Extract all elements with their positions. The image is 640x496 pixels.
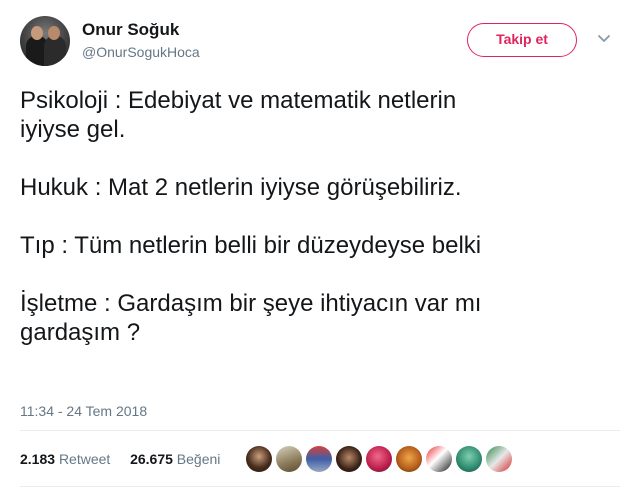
tweet-text: Psikoloji : Edebiyat ve matematik netler… [20,86,620,347]
user-name[interactable]: Onur Soğuk [82,20,179,40]
divider [20,430,620,431]
liker-avatar[interactable] [366,446,392,472]
tweet-stats: 2.183 Retweet 26.675 Beğeni [20,451,220,467]
liker-avatar[interactable] [396,446,422,472]
liker-avatar[interactable] [426,446,452,472]
like-label[interactable]: Beğeni [177,451,221,467]
liker-avatar[interactable] [246,446,272,472]
tweet-timestamp[interactable]: 11:34 - 24 Tem 2018 [20,403,147,419]
tweet-line: Tıp : Tüm netlerin belli bir düzeydeyse … [20,232,482,259]
follow-button[interactable]: Takip et [467,23,577,57]
liker-avatar[interactable] [456,446,482,472]
tweet-line: gardaşım ? [20,319,141,346]
tweet-line: Psikoloji : Edebiyat ve matematik netler… [20,87,457,114]
tweet-header: Onur Soğuk @OnurSogukHoca Takip et [0,0,640,80]
retweet-label[interactable]: Retweet [59,451,110,467]
liker-avatar[interactable] [306,446,332,472]
tweet-line: iyiyse gel. [20,116,126,143]
divider [20,486,620,487]
liker-avatar[interactable] [336,446,362,472]
tweet-line: Hukuk : Mat 2 netlerin iyiyse görüşebili… [20,174,462,201]
chevron-down-icon[interactable] [596,30,612,46]
liker-avatar[interactable] [276,446,302,472]
user-handle[interactable]: @OnurSogukHoca [82,44,200,60]
avatar[interactable] [20,16,70,66]
liker-avatar[interactable] [486,446,512,472]
retweet-count[interactable]: 2.183 [20,451,55,467]
like-count[interactable]: 26.675 [130,451,173,467]
tweet-line: İşletme : Gardaşım bir şeye ihtiyacın va… [20,290,482,317]
